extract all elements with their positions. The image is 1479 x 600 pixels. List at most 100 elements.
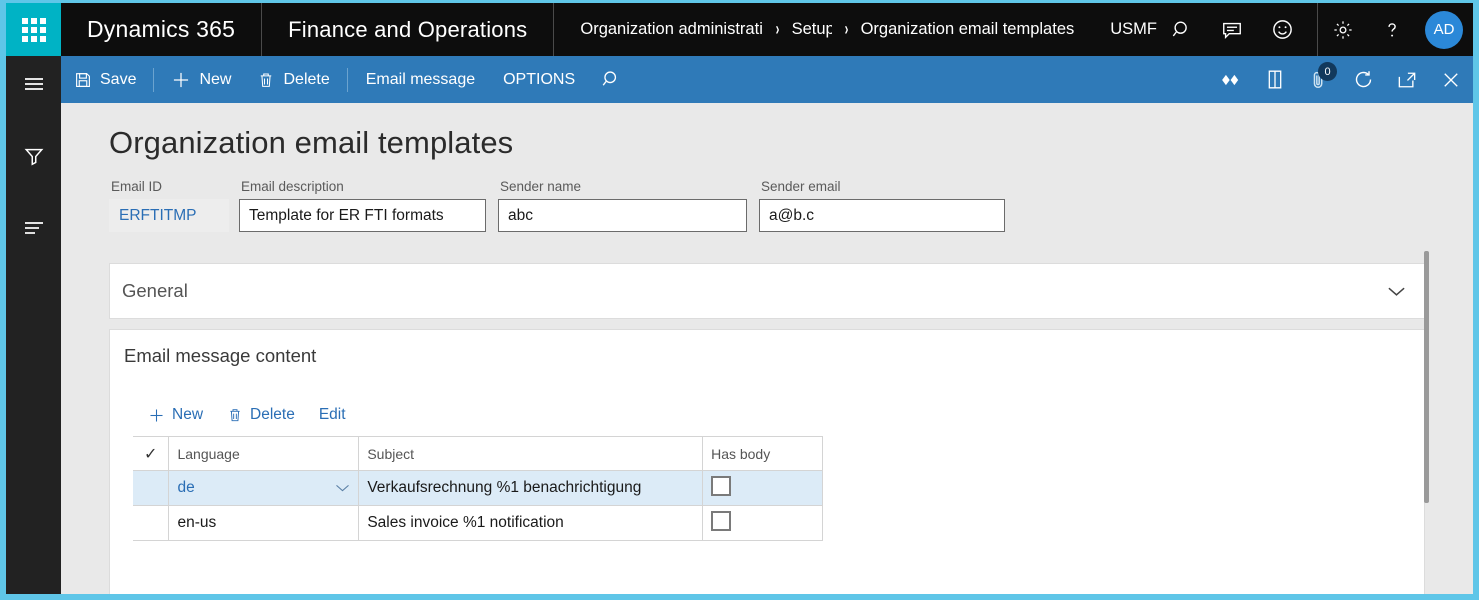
grid-toolbar: New Delete Edit xyxy=(140,400,358,430)
new-button[interactable]: New xyxy=(158,56,244,103)
breadcrumb-separator-icon: › xyxy=(775,19,779,40)
sender-name-label: Sender name xyxy=(498,179,747,194)
top-navigation-bar: Dynamics 365 Finance and Operations Orga… xyxy=(6,3,1473,56)
brand-dynamics365[interactable]: Dynamics 365 xyxy=(61,3,262,56)
row-select-cell[interactable] xyxy=(133,471,169,506)
page-title: Organization email templates xyxy=(109,125,513,161)
left-navigation-rail xyxy=(6,56,61,594)
sender-email-input[interactable] xyxy=(759,199,1005,232)
grid-header-row: ✓ Language Subject Has body xyxy=(133,437,823,471)
save-button[interactable]: Save xyxy=(61,56,149,103)
plus-icon xyxy=(148,407,165,424)
app-launcher-button[interactable] xyxy=(6,3,61,56)
close-icon[interactable] xyxy=(1429,56,1473,103)
vertical-scrollbar-thumb[interactable] xyxy=(1424,251,1429,503)
section-general[interactable]: General xyxy=(109,263,1425,319)
grid-header-language[interactable]: Language xyxy=(169,437,359,471)
help-icon[interactable] xyxy=(1367,3,1417,56)
feedback-smiley-icon[interactable] xyxy=(1257,3,1307,56)
grid-delete-label: Delete xyxy=(250,406,295,424)
delete-label: Delete xyxy=(283,71,329,89)
table-row[interactable]: en-us Sales invoice %1 notification xyxy=(133,506,823,541)
new-label: New xyxy=(199,71,231,89)
row-language-cell[interactable]: en-us xyxy=(169,506,359,541)
breadcrumb: Organization administratio › Setup › Org… xyxy=(554,3,1074,56)
message-icon[interactable] xyxy=(1207,3,1257,56)
has-body-checkbox[interactable] xyxy=(711,511,731,531)
email-message-tab[interactable]: Email message xyxy=(352,56,489,103)
section-email-message-content-title: Email message content xyxy=(124,345,316,367)
user-avatar[interactable]: AD xyxy=(1425,11,1463,49)
has-body-checkbox[interactable] xyxy=(711,476,731,496)
breadcrumb-separator-icon: › xyxy=(844,19,848,40)
grid-new-label: New xyxy=(172,406,203,424)
field-gap xyxy=(229,179,239,232)
row-has-body-cell[interactable] xyxy=(703,506,823,541)
share-icon[interactable] xyxy=(1209,56,1253,103)
grid-edit-button[interactable]: Edit xyxy=(307,400,358,430)
grid-new-button[interactable]: New xyxy=(140,400,215,430)
grid-select-all-header[interactable]: ✓ xyxy=(133,437,169,471)
toolbar-divider xyxy=(347,68,348,92)
list-options-icon[interactable] xyxy=(6,204,61,252)
email-description-input[interactable] xyxy=(239,199,486,232)
action-bar-search-icon[interactable] xyxy=(589,56,633,103)
breadcrumb-item-organization-email-templates[interactable]: Organization email templates xyxy=(861,20,1075,39)
grid-header: ✓ Language Subject Has body xyxy=(133,437,823,471)
field-email-description: Email description xyxy=(239,179,486,232)
breadcrumb-item-organization-administration[interactable]: Organization administratio xyxy=(580,20,762,39)
page-content: Organization email templates Email ID Em… xyxy=(61,103,1473,594)
field-sender-name: Sender name xyxy=(498,179,747,232)
table-row[interactable]: de Verkaufsrechnung %1 benachrichtigung xyxy=(133,471,823,506)
email-id-label: Email ID xyxy=(109,179,229,194)
field-gap xyxy=(747,179,759,232)
waffle-grid-icon xyxy=(22,18,46,42)
options-tab[interactable]: OPTIONS xyxy=(489,56,589,103)
grid-header-has-body[interactable]: Has body xyxy=(703,437,823,471)
settings-gear-icon[interactable] xyxy=(1317,3,1367,56)
hamburger-menu-icon[interactable] xyxy=(6,60,61,108)
email-description-label: Email description xyxy=(239,179,486,194)
chevron-down-icon[interactable] xyxy=(1387,285,1406,298)
grid-body: de Verkaufsrechnung %1 benachrichtigung xyxy=(133,471,823,541)
attachment-count-badge: 0 xyxy=(1318,62,1337,81)
chevron-down-icon[interactable] xyxy=(335,483,350,493)
section-general-title: General xyxy=(122,280,188,302)
delete-button[interactable]: Delete xyxy=(244,56,342,103)
grid-header-subject[interactable]: Subject xyxy=(359,437,703,471)
row-subject-cell[interactable]: Sales invoice %1 notification xyxy=(359,506,703,541)
header-fields: Email ID Email description Sender name S… xyxy=(109,179,1005,232)
breadcrumb-item-setup[interactable]: Setup xyxy=(792,20,832,39)
sender-name-input[interactable] xyxy=(498,199,747,232)
row-subject-cell[interactable]: Verkaufsrechnung %1 benachrichtigung xyxy=(359,471,703,506)
grid-delete-button[interactable]: Delete xyxy=(215,400,307,430)
topbar-icon-group: AD xyxy=(1157,3,1473,56)
row-language-value: de xyxy=(177,479,194,497)
action-bar: Save New Delete Email message OPTIONS xyxy=(61,56,1473,103)
toolbar-divider xyxy=(153,68,154,92)
module-name[interactable]: Finance and Operations xyxy=(262,3,554,56)
field-sender-email: Sender email xyxy=(759,179,1005,232)
refresh-icon[interactable] xyxy=(1341,56,1385,103)
trash-icon xyxy=(227,407,243,423)
search-icon[interactable] xyxy=(1157,3,1207,56)
row-language-cell[interactable]: de xyxy=(169,471,359,506)
field-gap xyxy=(486,179,498,232)
plus-icon xyxy=(171,70,191,90)
trash-icon xyxy=(257,71,275,89)
company-selector[interactable]: USMF xyxy=(1110,3,1157,56)
filter-icon[interactable] xyxy=(6,132,61,180)
popout-icon[interactable] xyxy=(1385,56,1429,103)
application-window: Dynamics 365 Finance and Operations Orga… xyxy=(6,3,1473,594)
checkmark-icon: ✓ xyxy=(144,446,157,463)
save-label: Save xyxy=(100,71,136,89)
email-message-content-grid: ✓ Language Subject Has body de xyxy=(133,436,823,541)
row-select-cell[interactable] xyxy=(133,506,169,541)
email-id-input[interactable] xyxy=(109,199,229,232)
section-email-message-content: Email message content New xyxy=(109,329,1425,594)
attachments-icon[interactable]: 0 xyxy=(1297,56,1341,103)
field-email-id: Email ID xyxy=(109,179,229,232)
row-has-body-cell[interactable] xyxy=(703,471,823,506)
save-icon xyxy=(74,71,92,89)
office-app-icon[interactable] xyxy=(1253,56,1297,103)
